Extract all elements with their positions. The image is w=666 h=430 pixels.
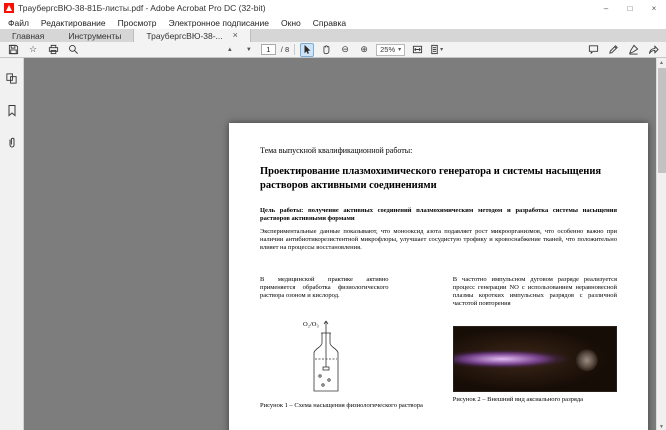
search-button[interactable] <box>66 43 80 57</box>
pencil-tool-button[interactable] <box>606 43 620 57</box>
fit-width-button[interactable] <box>410 43 424 57</box>
vertical-scrollbar[interactable]: ▲ ▼ <box>656 58 666 430</box>
acrobat-logo-icon <box>4 3 14 13</box>
scrollbar-thumb[interactable] <box>658 68 666 173</box>
toolbar: ☆ ▲ ▼ 1 / 8 ⊖ ⊕ 25% <box>0 42 666 58</box>
figure1-diagram: O₂/O₃ <box>260 318 389 398</box>
comment-button[interactable] <box>586 43 600 57</box>
close-button[interactable]: × <box>642 0 666 16</box>
page-thumbnails-icon <box>5 72 18 85</box>
print-icon <box>48 44 59 55</box>
zoom-level-dropdown[interactable]: 25% ▾ <box>376 44 405 56</box>
toolbar-separator <box>294 44 295 55</box>
menu-esign[interactable]: Электронное подписание <box>169 18 269 28</box>
zoom-level-value: 25% <box>380 45 395 54</box>
thesis-title: Проектирование плазмохимического генерат… <box>260 165 617 192</box>
signature-pen-icon <box>628 44 639 55</box>
hand-icon <box>321 44 331 55</box>
window-controls: – □ × <box>594 0 666 16</box>
goal-paragraph: Цель работы: получение активных соединен… <box>260 207 617 223</box>
page-display-caret-icon: ▾ <box>440 47 443 53</box>
tab-document[interactable]: ТраубергсВЮ-38-... × <box>133 29 251 42</box>
save-button[interactable] <box>6 43 20 57</box>
menu-window[interactable]: Окно <box>281 18 301 28</box>
paperclip-icon <box>6 136 18 149</box>
toolbar-right-group <box>586 43 660 57</box>
tab-home-label: Главная <box>12 31 44 41</box>
page-number-input[interactable]: 1 <box>261 44 276 55</box>
saturation-scheme-bottle-icon: O₂/O₃ <box>294 319 354 397</box>
tab-tools-label: Инструменты <box>68 31 121 41</box>
figure2-caption: Рисунок 2 – Внешний вид аксиального разр… <box>453 396 617 403</box>
pencil-icon <box>608 44 619 55</box>
tabbar: Главная Инструменты ТраубергсВЮ-38-... × <box>0 29 666 42</box>
tab-tools[interactable]: Инструменты <box>56 29 133 42</box>
fit-width-icon <box>412 44 423 55</box>
navigation-pane <box>0 58 24 430</box>
right-column-text: В частотно импульсном дуговом разряде ре… <box>453 276 617 318</box>
fill-sign-button[interactable] <box>626 43 640 57</box>
attachments-button[interactable] <box>4 134 20 150</box>
previous-page-icon[interactable]: ▲ <box>223 43 237 57</box>
page-count-label: / 8 <box>281 45 289 54</box>
toolbar-center-group: ▲ ▼ 1 / 8 ⊖ ⊕ 25% ▾ <box>80 43 586 57</box>
favorites-star-icon[interactable]: ☆ <box>26 43 40 57</box>
cursor-arrow-icon <box>302 44 312 55</box>
close-tab-icon[interactable]: × <box>233 31 238 40</box>
titlebar: ТраубергсВЮ-38-81Б-листы.pdf - Adobe Acr… <box>0 0 666 16</box>
pdf-page: Тема выпускной квалификационной работы: … <box>229 123 648 430</box>
scroll-up-icon[interactable]: ▲ <box>659 58 664 67</box>
right-column: В частотно импульсном дуговом разряде ре… <box>453 276 617 409</box>
maximize-button[interactable]: □ <box>618 0 642 16</box>
menu-edit[interactable]: Редактирование <box>41 18 106 28</box>
save-icon <box>8 44 19 55</box>
share-arrow-icon <box>648 44 659 55</box>
tab-document-label: ТраубергсВЮ-38-... <box>146 31 222 41</box>
main-area: Тема выпускной квалификационной работы: … <box>0 58 666 430</box>
share-button[interactable] <box>646 43 660 57</box>
page-display-button[interactable]: ▾ <box>429 43 443 57</box>
minimize-button[interactable]: – <box>594 0 618 16</box>
tab-home[interactable]: Главная <box>0 29 56 42</box>
figure1-caption: Рисунок 1 – Схема насыщения физиологичес… <box>260 402 389 409</box>
left-column: В медицинской практике активно применяет… <box>260 276 389 409</box>
search-icon <box>68 44 79 55</box>
document-view[interactable]: Тема выпускной квалификационной работы: … <box>24 58 666 430</box>
menu-help[interactable]: Справка <box>313 18 346 28</box>
bookmarks-button[interactable] <box>4 102 20 118</box>
menubar: Файл Редактирование Просмотр Электронное… <box>0 16 666 29</box>
comment-bubble-icon <box>588 44 599 55</box>
page-display-icon <box>429 44 440 55</box>
zoom-caret-down-icon: ▾ <box>398 47 401 53</box>
figure1-gas-label: O₂/O₃ <box>303 321 319 328</box>
print-button[interactable] <box>46 43 60 57</box>
two-column-section: В медицинской практике активно применяет… <box>260 276 617 409</box>
menu-view[interactable]: Просмотр <box>118 18 157 28</box>
menu-file[interactable]: Файл <box>8 18 29 28</box>
hand-tool-button[interactable] <box>319 43 333 57</box>
next-page-icon[interactable]: ▼ <box>242 43 256 57</box>
bookmarks-icon <box>6 104 18 117</box>
page-thumbnails-button[interactable] <box>4 70 20 86</box>
intro-paragraph: Экспериментальные данные показывают, что… <box>260 228 617 252</box>
zoom-in-button[interactable]: ⊕ <box>357 43 371 57</box>
left-column-text: В медицинской практике активно применяет… <box>260 276 389 318</box>
thesis-theme-label: Тема выпускной квалификационной работы: <box>260 146 617 155</box>
scroll-down-icon[interactable]: ▼ <box>659 422 664 430</box>
toolbar-left-group: ☆ <box>6 43 80 57</box>
window-title: ТраубергсВЮ-38-81Б-листы.pdf - Adobe Acr… <box>18 3 266 13</box>
zoom-out-button[interactable]: ⊖ <box>338 43 352 57</box>
select-tool-button[interactable] <box>300 43 314 57</box>
figure2-discharge-photo <box>453 326 617 392</box>
